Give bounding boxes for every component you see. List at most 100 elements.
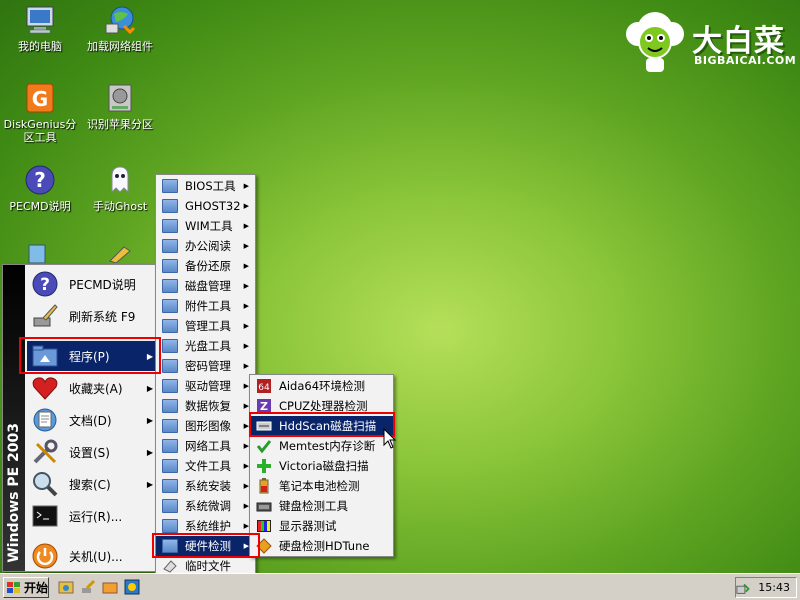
quicklaunch-explorer-icon[interactable] — [58, 579, 74, 595]
quicklaunch-brush-icon[interactable] — [80, 579, 96, 595]
start-item-settings[interactable]: 设置(S) ▶ — [27, 437, 157, 467]
program-item[interactable]: 硬件检测 ▶ — [156, 536, 255, 556]
program-item[interactable]: 图形图像 ▶ — [156, 416, 255, 436]
hw-item-label: 硬盘检测HDTune — [279, 539, 370, 553]
hw-item-battery[interactable]: 笔记本电池检测 — [250, 476, 393, 496]
program-item[interactable]: GHOST32 ▶ — [156, 196, 255, 216]
folder-icon — [162, 539, 178, 553]
program-item-label: 临时文件 — [185, 559, 231, 573]
start-item-label: 程序(P) — [69, 349, 110, 364]
submenu-arrow-icon: ▶ — [243, 302, 249, 310]
program-item[interactable]: 备份还原 ▶ — [156, 256, 255, 276]
monitor-color-icon — [257, 520, 271, 532]
program-item[interactable]: 系统微调 ▶ — [156, 496, 255, 516]
hw-item-hddscan[interactable]: HddScan磁盘扫描 — [250, 416, 393, 436]
quicklaunch-folder-icon[interactable] — [102, 579, 118, 595]
folder-icon — [162, 359, 178, 373]
folder-icon — [162, 459, 178, 473]
program-item[interactable]: 附件工具 ▶ — [156, 296, 255, 316]
start-item-favorites[interactable]: 收藏夹(A) ▶ — [27, 373, 157, 403]
hw-item-memtest[interactable]: Memtest内存诊断 — [250, 436, 393, 456]
hw-item-label: 显示器测试 — [279, 519, 337, 533]
submenu-arrow-icon: ▶ — [146, 447, 153, 457]
desktop-icon-my-computer[interactable]: 我的电脑 — [0, 4, 85, 53]
start-item-label: 刷新系统 F9 — [69, 309, 136, 324]
folder-icon — [162, 439, 178, 453]
partial-brush-icon — [109, 246, 131, 263]
start-item-pecmd-help[interactable]: ? PECMD说明 — [27, 269, 157, 299]
program-item[interactable]: 光盘工具 ▶ — [156, 336, 255, 356]
programs-submenu: BIOS工具 ▶ GHOST32 ▶ WIM工具 ▶ 办公阅读 ▶ 备份还原 ▶ 磁盘管理 ▶ 附件工具… — [155, 174, 256, 598]
program-item-label: 系统安装 — [185, 479, 231, 493]
tray-clock[interactable]: 15:43 — [758, 581, 790, 594]
programs-folder-icon — [32, 345, 58, 367]
desktop-icon-network[interactable]: 加载网络组件 — [75, 4, 165, 53]
hw-item-victoria[interactable]: Victoria磁盘扫描 — [250, 456, 393, 476]
submenu-arrow-icon: ▶ — [243, 322, 249, 330]
hw-item-keyboard[interactable]: 键盘检测工具 — [250, 496, 393, 516]
start-item-run[interactable]: 运行(R)... — [27, 501, 157, 531]
program-item[interactable]: 网络工具 ▶ — [156, 436, 255, 456]
desktop-icon-diskgenius[interactable]: G DiskGenius分区工具 — [0, 82, 85, 144]
hw-item-label: Aida64环境检测 — [279, 379, 366, 393]
hw-item-label: CPUZ处理器检测 — [279, 399, 368, 413]
start-item-search[interactable]: 搜索(C) ▶ — [27, 469, 157, 499]
start-item-documents[interactable]: 文档(D) ▶ — [27, 405, 157, 435]
submenu-arrow-icon: ▶ — [146, 415, 153, 425]
program-item[interactable]: 驱动管理 ▶ — [156, 376, 255, 396]
quicklaunch-tool-icon[interactable] — [124, 579, 140, 595]
hw-item-label: 键盘检测工具 — [279, 499, 348, 513]
submenu-arrow-icon: ▶ — [243, 182, 249, 190]
program-item-label: 网络工具 — [185, 439, 231, 453]
start-item-refresh[interactable]: 刷新系统 F9 — [27, 301, 157, 331]
submenu-arrow-icon: ▶ — [243, 282, 249, 290]
program-item[interactable]: 系统安装 ▶ — [156, 476, 255, 496]
program-item[interactable]: 管理工具 ▶ — [156, 316, 255, 336]
desktop-icon-pecmd-help[interactable]: ? PECMD说明 — [0, 164, 85, 213]
desktop-icon-label: 加载网络组件 — [87, 40, 153, 53]
submenu-arrow-icon: ▶ — [146, 383, 153, 393]
program-item-label: 图形图像 — [185, 419, 231, 433]
hw-item-label: Victoria磁盘扫描 — [279, 459, 369, 473]
folder-icon — [162, 199, 178, 213]
program-item[interactable]: 数据恢复 ▶ — [156, 396, 255, 416]
memtest-check-icon — [256, 440, 272, 454]
svg-text:?: ? — [34, 168, 46, 192]
start-item-label: 收藏夹(A) — [69, 381, 123, 396]
tray-network-icon[interactable] — [736, 580, 750, 596]
svg-text:G: G — [32, 87, 48, 111]
program-item[interactable]: 文件工具 ▶ — [156, 456, 255, 476]
hw-item-cpuz[interactable]: Z CPUZ处理器检测 — [250, 396, 393, 416]
start-item-label: 运行(R)... — [69, 509, 123, 524]
program-item-label: 文件工具 — [185, 459, 231, 473]
program-item-label: WIM工具 — [185, 219, 233, 233]
desktop-icon-label: 识别苹果分区 — [87, 118, 153, 131]
program-item[interactable]: WIM工具 ▶ — [156, 216, 255, 236]
program-item-label: 驱动管理 — [185, 379, 231, 393]
desktop-icon-manual-ghost[interactable]: 手动Ghost — [75, 164, 165, 213]
program-item[interactable]: 系统维护 ▶ — [156, 516, 255, 536]
program-item[interactable]: 办公阅读 ▶ — [156, 236, 255, 256]
start-item-programs[interactable]: 程序(P) ▶ — [27, 341, 157, 371]
submenu-arrow-icon: ▶ — [243, 202, 249, 210]
battery-icon — [259, 478, 269, 494]
submenu-arrow-icon: ▶ — [243, 262, 249, 270]
program-item[interactable]: BIOS工具 ▶ — [156, 176, 255, 196]
hw-item-monitor-test[interactable]: 显示器测试 — [250, 516, 393, 536]
paint-brush-icon — [33, 304, 58, 327]
folder-icon — [162, 299, 178, 313]
program-item[interactable]: 磁盘管理 ▶ — [156, 276, 255, 296]
start-button[interactable]: 开始 — [3, 577, 49, 598]
program-item[interactable]: 密码管理 ▶ — [156, 356, 255, 376]
folder-icon — [162, 399, 178, 413]
desktop-icon-label: PECMD说明 — [9, 200, 71, 213]
hw-item-aida64[interactable]: 64 Aida64环境检测 — [250, 376, 393, 396]
desktop-icon-apple-partition[interactable]: 识别苹果分区 — [75, 82, 165, 131]
svg-text:Z: Z — [260, 400, 268, 413]
hw-item-hdtune[interactable]: 硬盘检测HDTune — [250, 536, 393, 556]
help-question-icon: ? — [25, 165, 55, 195]
folder-icon — [162, 179, 178, 193]
submenu-arrow-icon: ▶ — [146, 351, 153, 361]
ghost-icon — [111, 166, 129, 194]
start-item-shutdown[interactable]: 关机(U)... — [27, 541, 157, 571]
